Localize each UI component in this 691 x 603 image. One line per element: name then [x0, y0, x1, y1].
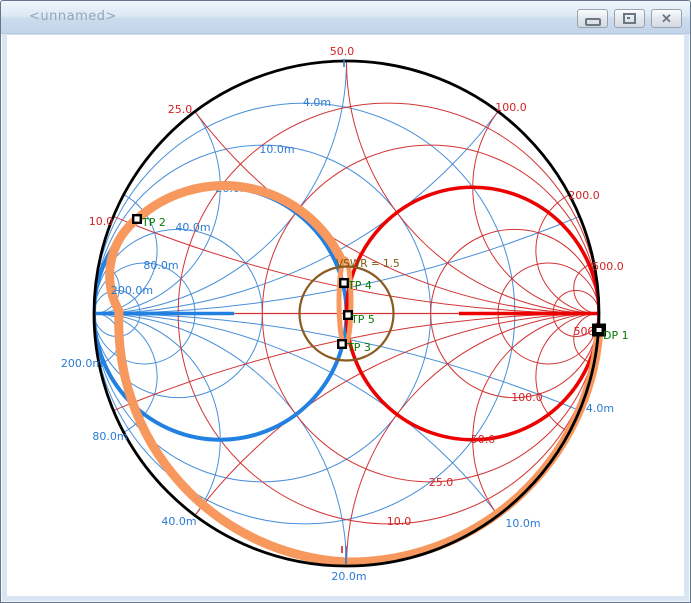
- point-label: TP 2: [141, 216, 166, 229]
- impedance-label: 10.0: [387, 515, 412, 528]
- impedance-label: 200.0: [568, 189, 600, 202]
- point-label: TP 5: [350, 313, 375, 326]
- test-point-marker: [133, 215, 141, 223]
- admittance-label: 200.0m: [61, 357, 103, 370]
- impedance-label: 500: [574, 325, 595, 338]
- admittance-label: 10.0m: [259, 143, 294, 156]
- test-point-marker: [338, 340, 346, 348]
- close-icon: ✕: [661, 12, 672, 25]
- impedance-label: 100.0: [495, 101, 527, 114]
- point-label: TP 4: [347, 279, 372, 292]
- admittance-label: 200.0m: [111, 284, 153, 297]
- impedance-label: 100.0: [511, 391, 543, 404]
- test-point-marker: [340, 279, 348, 287]
- minimize-button[interactable]: [577, 9, 608, 28]
- close-button[interactable]: ✕: [651, 9, 682, 28]
- impedance-label: 25.0: [168, 103, 193, 116]
- point-label: DP 1: [603, 329, 629, 342]
- admittance-label: 4.0m: [303, 96, 331, 109]
- title-bar[interactable]: <unnamed> ✕: [1, 1, 690, 34]
- admittance-label: 80.0m: [92, 430, 127, 443]
- impedance-label: 25.0: [429, 476, 454, 489]
- admittance-label: 40.0m: [175, 221, 210, 234]
- impedance-label: 10.0: [89, 215, 114, 228]
- impedance-label: 500.0: [592, 260, 624, 273]
- maximize-icon: [623, 13, 636, 24]
- vswr-label: VSWR = 1.5: [336, 258, 400, 270]
- admittance-label: 20.0m: [331, 570, 366, 583]
- app-window: <unnamed> ✕ 20.0m 50.0 25.0 10.0 100.0 200.0 5…: [0, 0, 691, 603]
- point-label: TP 3: [346, 341, 371, 354]
- smith-chart[interactable]: 20.0m 50.0 25.0 10.0 100.0 200.0 500.0 500 100.0…: [6, 34, 685, 597]
- admittance-label: 10.0m: [505, 517, 540, 530]
- maximize-button[interactable]: [614, 9, 645, 28]
- window-title: <unnamed>: [29, 9, 117, 24]
- minimize-icon: [585, 18, 601, 26]
- admittance-label: 80.0m: [143, 259, 178, 272]
- impedance-label: 50.0: [330, 45, 355, 58]
- window-controls: ✕: [577, 9, 682, 28]
- admittance-label: 4.0m: [586, 402, 614, 415]
- impedance-label: 50.0: [471, 433, 496, 446]
- admittance-label: 40.0m: [161, 515, 196, 528]
